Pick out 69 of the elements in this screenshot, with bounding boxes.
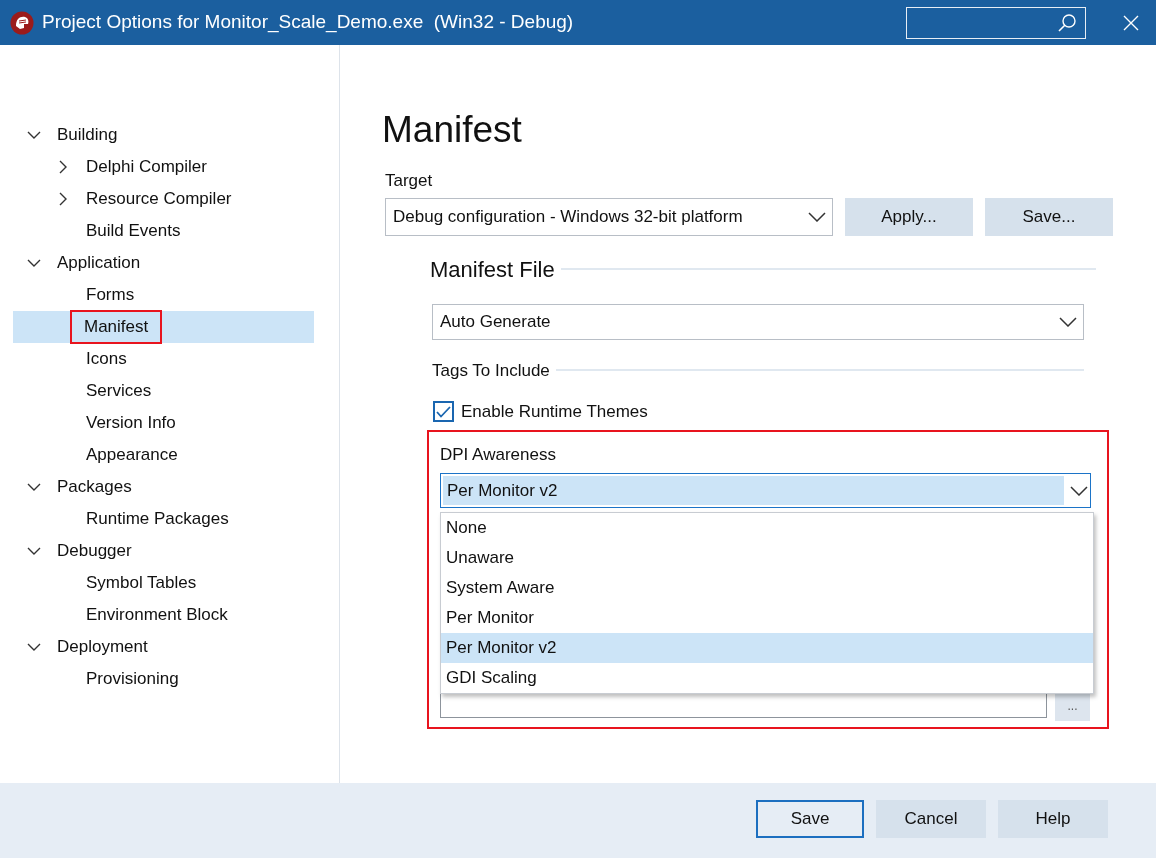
tree-item[interactable]: Build Events	[13, 215, 314, 247]
dropdown-value: Debug configuration - Windows 32-bit platform	[393, 205, 743, 228]
tree-label: Forms	[85, 284, 136, 307]
tree-label: Appearance	[85, 444, 179, 467]
target-dropdown[interactable]: Debug configuration - Windows 32-bit platform	[385, 197, 833, 236]
tree-label: Symbol Tables	[85, 572, 198, 595]
tree-label: Runtime Packages	[85, 508, 230, 531]
tree-label: Version Info	[85, 412, 177, 435]
dialog-button[interactable]: Cancel	[876, 799, 986, 838]
tree-label: Debugger	[56, 540, 133, 563]
field-label: DPI Awareness	[440, 443, 557, 466]
search-icon	[1057, 12, 1077, 33]
tree-item[interactable]: Version Info	[13, 407, 314, 439]
helmet-logo-icon	[10, 10, 34, 35]
tree-label: Building	[56, 124, 119, 147]
dpi-dropdown[interactable]: Per Monitor v2	[440, 473, 1091, 508]
tree-label: Resource Compiler	[85, 188, 233, 211]
tree-item[interactable]: Forms	[13, 279, 314, 311]
manifest-dropdown[interactable]: Auto Generate	[432, 303, 1084, 340]
dialog-button[interactable]: Help	[998, 799, 1108, 838]
search-field[interactable]	[906, 6, 1086, 39]
tree-label: Icons	[85, 348, 128, 371]
tree-label: Services	[85, 380, 153, 403]
tree-item[interactable]: Appearance	[13, 439, 314, 471]
tree-item[interactable]: Manifest	[13, 311, 314, 343]
tree-item[interactable]: Icons	[13, 343, 314, 375]
dialog-button[interactable]: Save	[756, 799, 864, 838]
tree-item[interactable]: Building	[13, 119, 314, 151]
tree-item[interactable]: Provisioning	[13, 663, 314, 695]
dropdown-option[interactable]: System Aware	[441, 572, 1093, 603]
dropdown-value: Per Monitor v2	[443, 476, 1064, 505]
tree-item[interactable]: Delphi Compiler	[13, 151, 314, 183]
page-title: Manifest	[382, 111, 523, 148]
window-title: Project Options for Monitor_Scale_Demo.exe (Win32 - Debug)	[42, 10, 574, 35]
chevron-down-icon	[1059, 316, 1077, 327]
section-title: Manifest File	[430, 255, 555, 284]
tree-item[interactable]: Application	[13, 247, 314, 279]
dropdown-option[interactable]: Unaware	[441, 542, 1093, 573]
dropdown-option[interactable]: Per Monitor	[441, 602, 1093, 633]
tree-label: Build Events	[85, 220, 182, 243]
tree-label: Manifest	[70, 310, 163, 344]
tree-item[interactable]: Services	[13, 375, 314, 407]
chevron-down-icon	[808, 211, 826, 222]
tree-item[interactable]: Deployment	[13, 631, 314, 663]
tree-item[interactable]: Symbol Tables	[13, 567, 314, 599]
tree-item[interactable]: Runtime Packages	[13, 503, 314, 535]
dropdown-value: Auto Generate	[440, 310, 551, 333]
tree-item[interactable]: Packages	[13, 471, 314, 503]
checkbox[interactable]	[433, 401, 454, 423]
tree-label: Delphi Compiler	[85, 156, 208, 179]
tree-label: Provisioning	[85, 668, 180, 691]
dropdown-option[interactable]: Per Monitor v2	[441, 632, 1093, 663]
tree-label: Environment Block	[85, 604, 229, 627]
tree-label: Deployment	[56, 636, 149, 659]
check-icon	[436, 405, 451, 418]
tree-label: Packages	[56, 476, 133, 499]
section-title: Tags To Include	[432, 359, 550, 382]
toolbar-button[interactable]: Save...	[985, 197, 1113, 236]
dropdown-option[interactable]: None	[441, 512, 1093, 543]
toolbar-button[interactable]: Apply...	[845, 197, 973, 236]
field-label: Target	[385, 170, 434, 192]
dropdown-option[interactable]: GDI Scaling	[441, 662, 1093, 693]
close-icon	[1123, 14, 1139, 31]
chevron-down-icon	[1070, 485, 1088, 496]
tree-item[interactable]: Environment Block	[13, 599, 314, 631]
tree-label: Application	[56, 252, 142, 275]
tree-item[interactable]: Resource Compiler	[13, 183, 314, 215]
checkbox-label: Enable Runtime Themes	[461, 401, 648, 423]
tree-item[interactable]: Debugger	[13, 535, 314, 567]
